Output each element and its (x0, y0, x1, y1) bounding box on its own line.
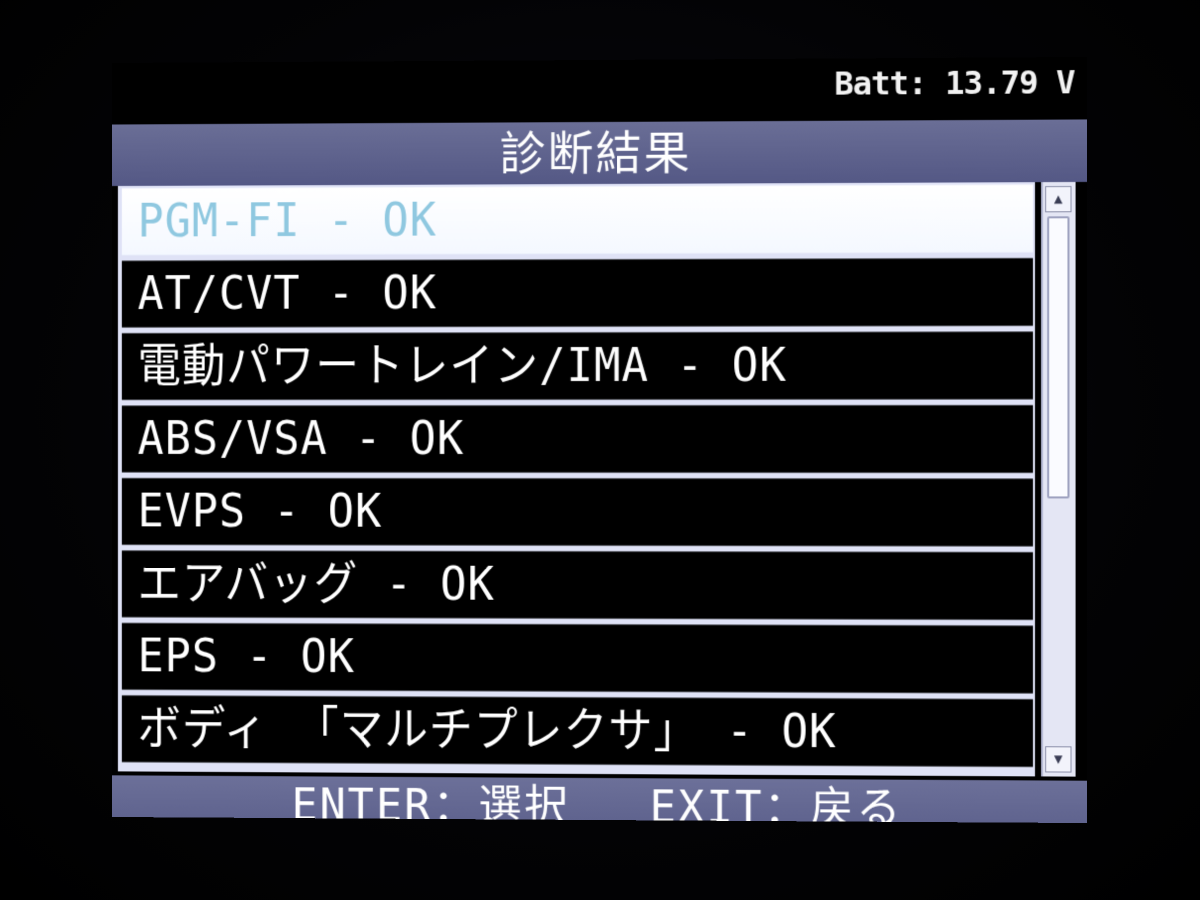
list-item-evps[interactable]: EVPS - OK (121, 478, 1033, 547)
status-bar: Batt: 13.79 V (112, 56, 1087, 123)
list-item-ima[interactable]: 電動パワートレイン/IMA - OK (121, 331, 1033, 400)
list-item-eps[interactable]: EPS - OK (121, 622, 1033, 694)
list-item-pgm-fi[interactable]: PGM-FI - OK (121, 184, 1033, 256)
device-screen: Batt: 13.79 V 診断結果 PGM-FI - OK AT/CVT - … (112, 56, 1087, 824)
scrollbar[interactable]: ▲ ▼ (1041, 181, 1076, 777)
footer-hint-bar: ENTER：選択 EXIT：戻る (112, 775, 1087, 824)
list-item-body-multiplexer[interactable]: ボディ 「マルチプレクサ」 - OK (121, 695, 1033, 767)
list-item-at-cvt[interactable]: AT/CVT - OK (121, 258, 1033, 328)
list-item-abs-vsa[interactable]: ABS/VSA - OK (121, 405, 1033, 473)
triangle-down-icon[interactable]: ▼ (1045, 746, 1072, 773)
diagnosis-result-list: PGM-FI - OK AT/CVT - OK 電動パワートレイン/IMA - … (117, 182, 1035, 777)
list-item-airbag[interactable]: エアバッグ - OK (121, 550, 1033, 620)
title-bar: 診断結果 (112, 119, 1087, 187)
battery-voltage: Batt: 13.79 V (834, 63, 1075, 103)
triangle-up-icon[interactable]: ▲ (1045, 186, 1072, 213)
device-bezel: Batt: 13.79 V 診断結果 PGM-FI - OK AT/CVT - … (0, 0, 1200, 900)
exit-hint: EXIT：戻る (649, 782, 903, 824)
page-title: 診断結果 (499, 125, 692, 181)
scrollbar-thumb[interactable] (1047, 216, 1070, 499)
enter-hint: ENTER：選択 (291, 780, 571, 824)
